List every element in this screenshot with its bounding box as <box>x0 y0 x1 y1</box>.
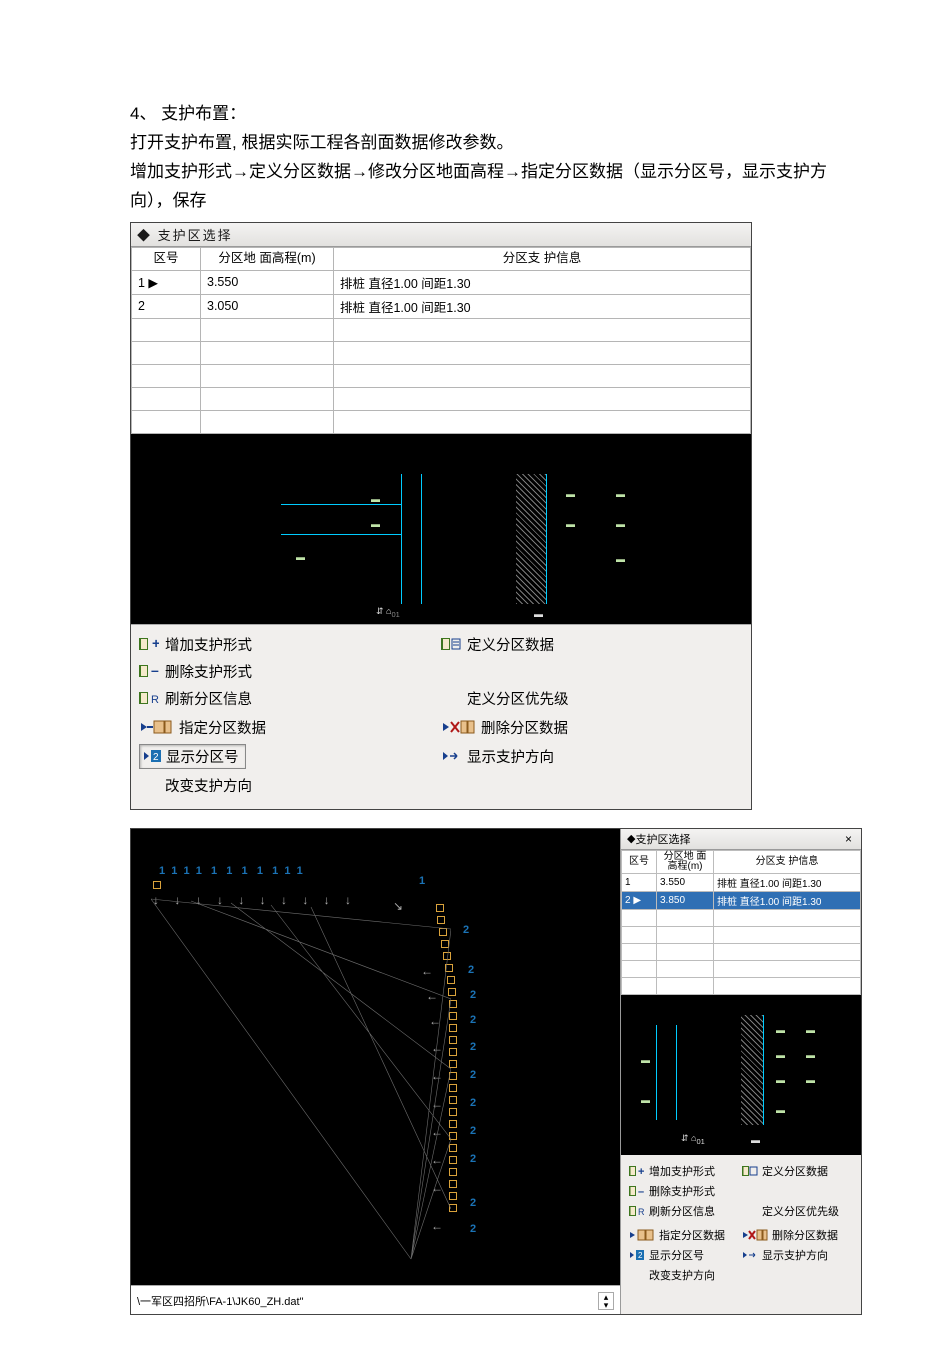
fig2-cad-viewport[interactable]: /* decorative hints drawn below with abs… <box>131 829 620 1314</box>
show-number-icon: 2 <box>142 748 162 764</box>
fig2-cad-preview: ▬ ▬ ▬ ▬ ▬ ▬ ▬ ▬ ▬ ⇵ ⌂01 ▬ <box>621 995 861 1155</box>
book-refresh-icon: R <box>139 690 159 706</box>
fig2-side-panel: ◆ 支护区选择 × 区号 分区地 面高程(m) 分区支 护信息 13.550排桩… <box>620 829 861 1314</box>
show-zone-no-button[interactable]: 2 显示分区号 <box>139 741 441 772</box>
status-path: \一军区四招所\FA-1\JK60_ZH.dat" <box>137 1293 304 1309</box>
svg-text:–: – <box>638 1186 644 1197</box>
doc-body: 4、 支护布置： 打开支护布置, 根据实际工程各剖面数据修改参数。 增加支护形式… <box>130 100 830 216</box>
assign-zone-button[interactable]: 指定分区数据 <box>139 714 441 741</box>
svg-text:+: + <box>152 636 159 651</box>
delete-zone-icon <box>441 719 475 735</box>
add-form-button[interactable]: + 增加支护形式 <box>629 1161 742 1181</box>
refresh-zone-button[interactable]: R 刷新分区信息 <box>139 685 441 712</box>
doc-line2: 增加支护形式→定义分区数据→修改分区地面高程→指定分区数据（显示分区号，显示支护… <box>130 158 830 216</box>
col-info[interactable]: 分区支 护信息 <box>714 850 861 873</box>
fig1-actions: + 增加支护形式 定义分区数据 – 删除支护形式 R 刷新分区信息 <box>131 624 751 809</box>
delete-zone-icon <box>742 1229 768 1241</box>
define-zone-button[interactable]: 定义分区数据 <box>742 1161 855 1181</box>
book-minus-icon: – <box>629 1185 645 1197</box>
svg-text:R: R <box>151 694 159 706</box>
show-direction-button[interactable]: 显示支护方向 <box>441 741 743 772</box>
status-bar: \一军区四招所\FA-1\JK60_ZH.dat" ▴▾ <box>131 1285 620 1314</box>
table-row[interactable]: 1 ▶ 3.550 排桩 直径1.00 间距1.30 <box>132 270 751 294</box>
show-direction-button[interactable]: 显示支护方向 <box>742 1245 855 1265</box>
col-zone[interactable]: 区号 <box>622 850 657 873</box>
refresh-zone-button[interactable]: R 刷新分区信息 <box>629 1201 742 1221</box>
book-list-icon <box>742 1165 758 1177</box>
assign-icon <box>629 1229 655 1241</box>
delete-form-button[interactable]: – 删除支护形式 <box>139 658 441 685</box>
delete-zone-button[interactable]: 删除分区数据 <box>742 1225 855 1245</box>
show-direction-icon <box>441 748 461 764</box>
fig1-titlebar[interactable]: ◆ 支护区选择 <box>131 223 751 247</box>
fig1-cad-preview: ▬ ▬ ▬ ▬ ▬ ▬ ▬ ▬ ⇵ ⌂01 ▬ <box>131 434 751 624</box>
table-row[interactable]: 13.550排桩 直径1.00 间距1.30 <box>622 873 861 891</box>
fig1-panel: ◆ 支护区选择 区号 分区地 面高程(m) 分区支 护信息 1 ▶ 3.550 … <box>130 222 752 810</box>
show-direction-icon <box>742 1249 758 1261</box>
status-spinner[interactable]: ▴▾ <box>598 1292 614 1310</box>
svg-text:–: – <box>151 663 159 678</box>
book-refresh-icon: R <box>629 1205 645 1217</box>
table-row[interactable]: 2 3.050 排桩 直径1.00 间距1.30 <box>132 294 751 318</box>
fig2-zone-table: 区号 分区地 面高程(m) 分区支 护信息 13.550排桩 直径1.00 间距… <box>621 850 861 995</box>
delete-zone-button[interactable]: 删除分区数据 <box>441 714 743 741</box>
col-zone[interactable]: 区号 <box>132 247 201 270</box>
svg-text:R: R <box>638 1207 645 1217</box>
col-elev[interactable]: 分区地 面高程(m) <box>201 247 334 270</box>
assign-icon <box>139 719 173 735</box>
fig2-window: /* decorative hints drawn below with abs… <box>130 828 862 1315</box>
col-info[interactable]: 分区支 护信息 <box>334 247 751 270</box>
fig2-panel-titlebar[interactable]: ◆ 支护区选择 × <box>621 829 861 850</box>
show-number-icon: 2 <box>629 1249 645 1261</box>
doc-line1: 打开支护布置, 根据实际工程各剖面数据修改参数。 <box>130 129 830 158</box>
book-plus-icon: + <box>139 636 159 652</box>
doc-heading: 4、 支护布置： <box>130 100 830 129</box>
svg-text:+: + <box>638 1166 644 1177</box>
book-minus-icon: – <box>139 663 159 679</box>
book-plus-icon: + <box>629 1165 645 1177</box>
svg-text:2: 2 <box>153 752 159 763</box>
define-priority-button[interactable]: 定义分区优先级 <box>742 1201 855 1221</box>
define-zone-button[interactable]: 定义分区数据 <box>441 631 743 658</box>
delete-form-button[interactable]: – 删除支护形式 <box>629 1181 742 1201</box>
fig1-title: 支护区选择 <box>158 228 233 243</box>
show-zone-no-button[interactable]: 2 显示分区号 <box>629 1245 742 1265</box>
svg-text:2: 2 <box>638 1251 643 1260</box>
book-list-icon <box>441 636 461 652</box>
close-icon[interactable]: × <box>842 832 855 846</box>
table-row[interactable]: 2 ▶3.850排桩 直径1.00 间距1.30 <box>622 891 861 909</box>
fig1-zone-table: 区号 分区地 面高程(m) 分区支 护信息 1 ▶ 3.550 排桩 直径1.0… <box>131 247 751 434</box>
fig2-panel-title: 支护区选择 <box>635 831 690 847</box>
add-form-button[interactable]: + 增加支护形式 <box>139 631 441 658</box>
assign-zone-button[interactable]: 指定分区数据 <box>629 1225 742 1245</box>
fig2-actions: + 增加支护形式 定义分区数据 – 删除支护形式 <box>621 1155 861 1295</box>
change-direction-button[interactable]: 改变支护方向 <box>629 1265 752 1285</box>
change-direction-button[interactable]: 改变支护方向 <box>139 772 454 799</box>
col-elev[interactable]: 分区地 面高程(m) <box>657 850 714 873</box>
define-priority-button[interactable]: 定义分区优先级 <box>441 685 743 712</box>
